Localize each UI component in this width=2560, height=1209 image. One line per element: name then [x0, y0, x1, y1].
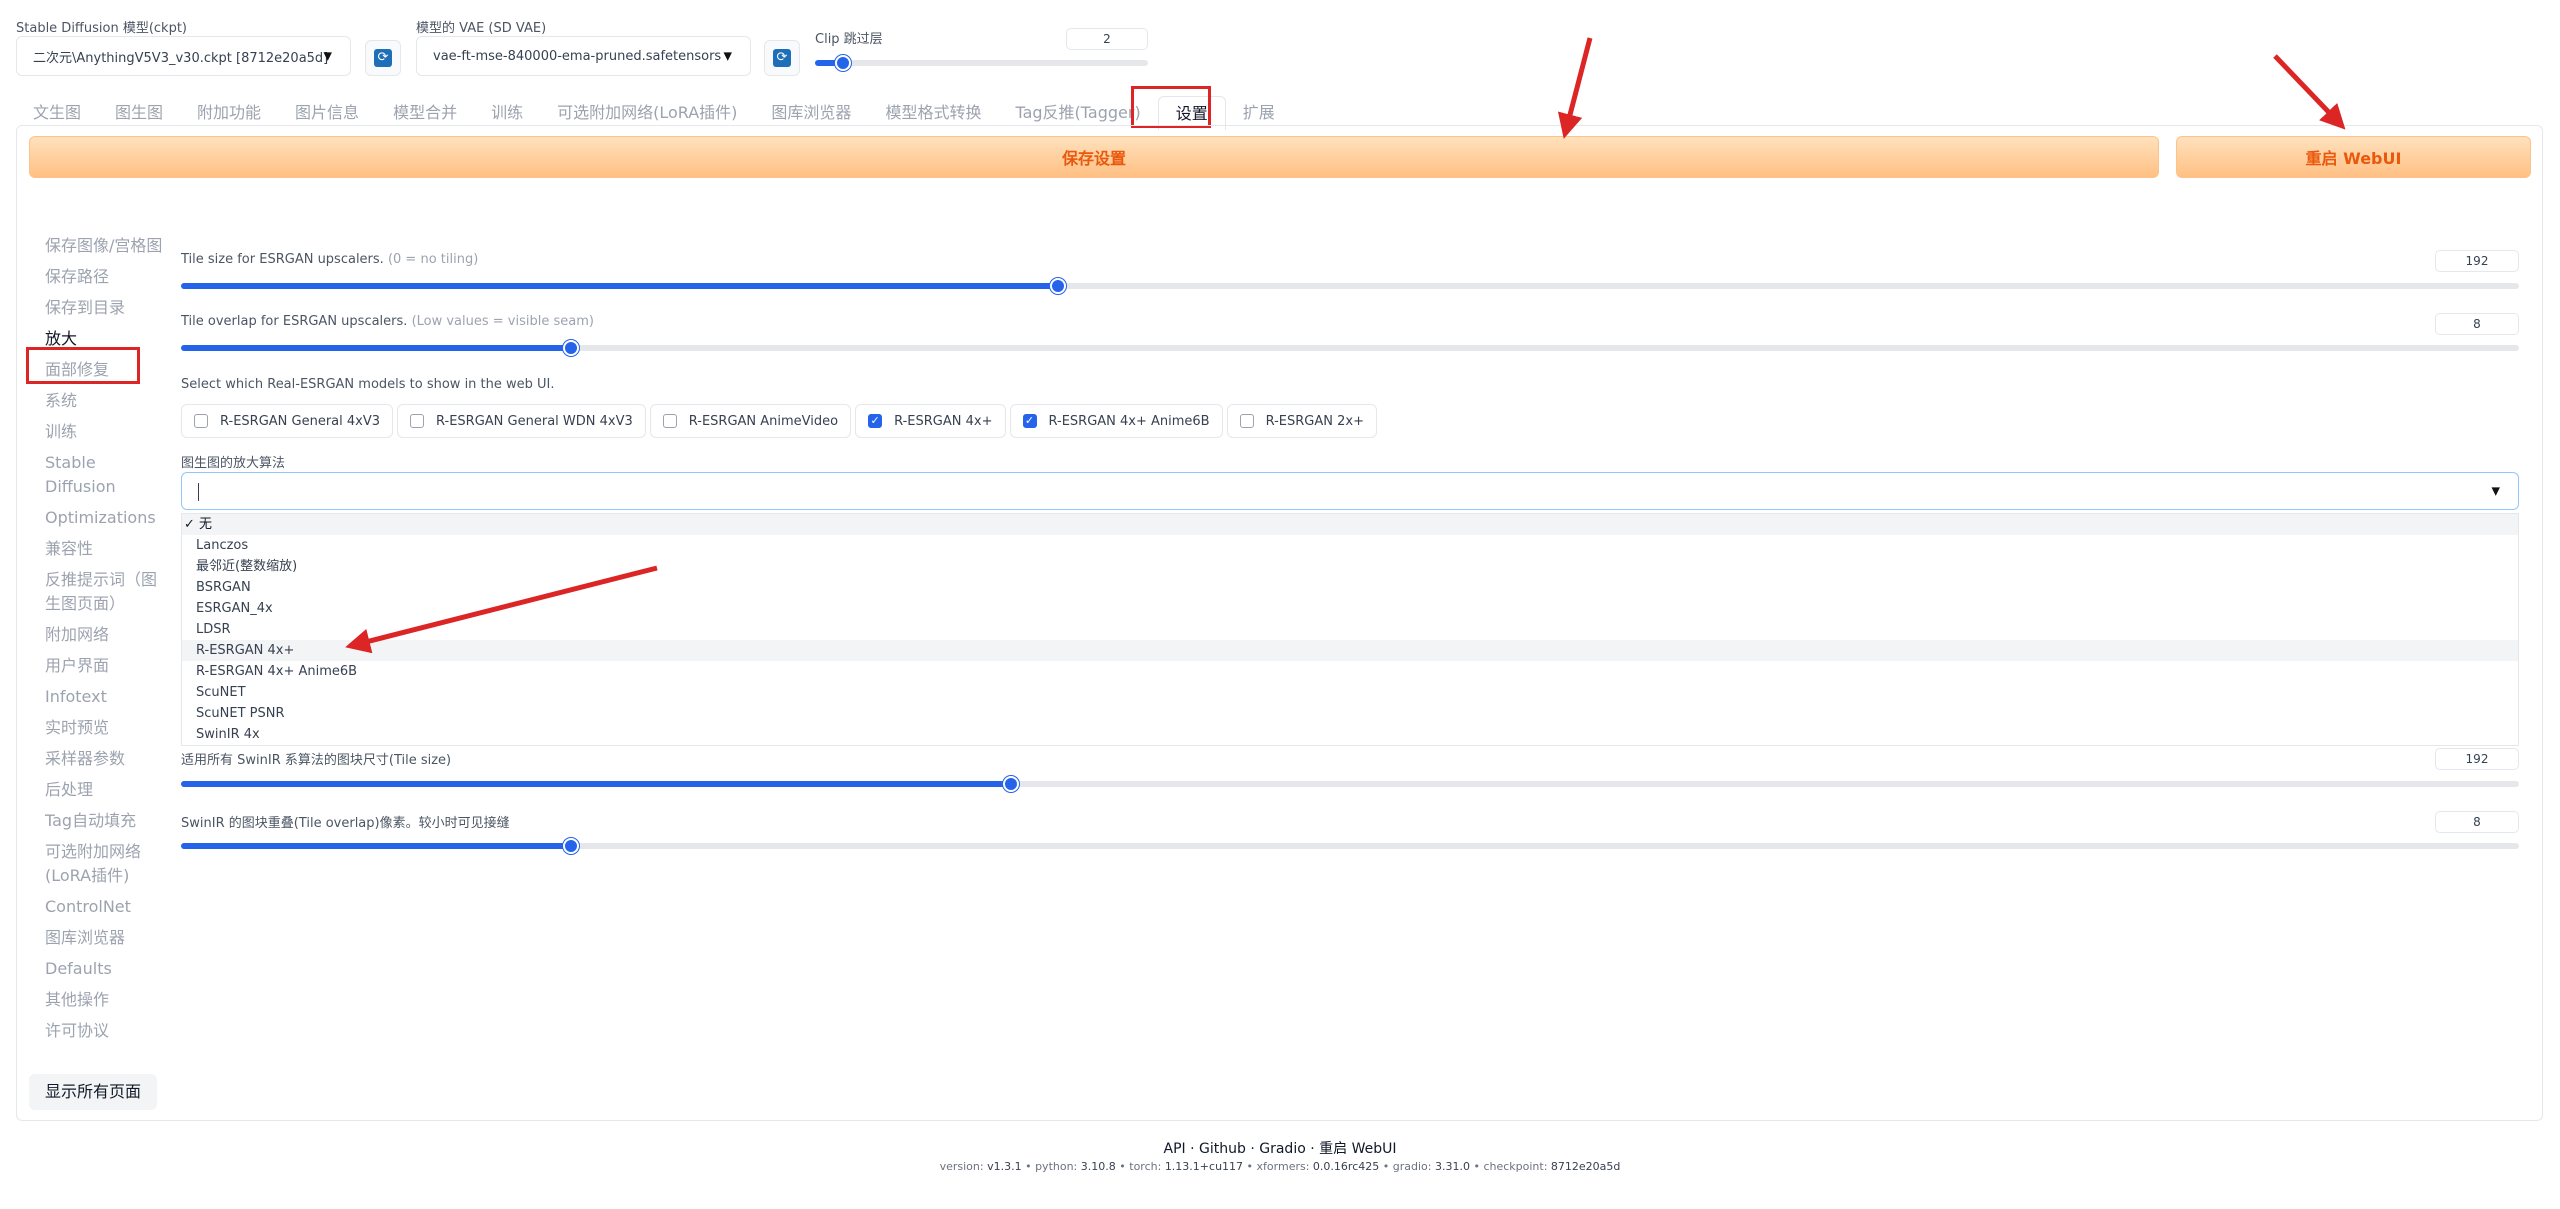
version-key: python:: [1035, 1160, 1078, 1173]
separator: ·: [1305, 1141, 1320, 1157]
annotation-arrows: [345, 37, 2346, 654]
separator: •: [1379, 1160, 1393, 1173]
separator: •: [1115, 1160, 1130, 1173]
arrow-to-restart: [2273, 54, 2346, 130]
separator: •: [1021, 1160, 1036, 1173]
version-value: 1.13.1+cu117: [1164, 1160, 1244, 1173]
footer-links: API · Github · Gradio · 重启 WebUI: [0, 1138, 2560, 1158]
version-key: torch:: [1129, 1160, 1162, 1173]
arrow-to-r-esrgan: [345, 565, 658, 654]
footer-link[interactable]: Gradio: [1259, 1141, 1306, 1157]
separator: •: [1469, 1160, 1484, 1173]
footer-versions: version: v1.3.1 • python: 3.10.8 • torch…: [0, 1160, 2560, 1173]
separator: •: [1243, 1160, 1257, 1173]
version-key: checkpoint:: [1483, 1160, 1548, 1173]
version-key: gradio:: [1392, 1160, 1432, 1173]
version-value: 3.31.0: [1434, 1160, 1470, 1173]
version-value: 8712e20a5d: [1550, 1160, 1621, 1173]
separator: ·: [1185, 1141, 1200, 1157]
version-value: 0.0.16rc425: [1312, 1160, 1380, 1173]
footer-link[interactable]: API: [1164, 1141, 1186, 1157]
arrow-to-settings: [1557, 37, 1593, 139]
footer-link[interactable]: Github: [1199, 1141, 1246, 1157]
version-key: xformers:: [1256, 1160, 1310, 1173]
version-key: version:: [939, 1160, 984, 1173]
footer-link[interactable]: 重启 WebUI: [1319, 1141, 1396, 1157]
version-value: 3.10.8: [1080, 1160, 1116, 1173]
version-value: v1.3.1: [987, 1160, 1022, 1173]
separator: ·: [1245, 1141, 1260, 1157]
